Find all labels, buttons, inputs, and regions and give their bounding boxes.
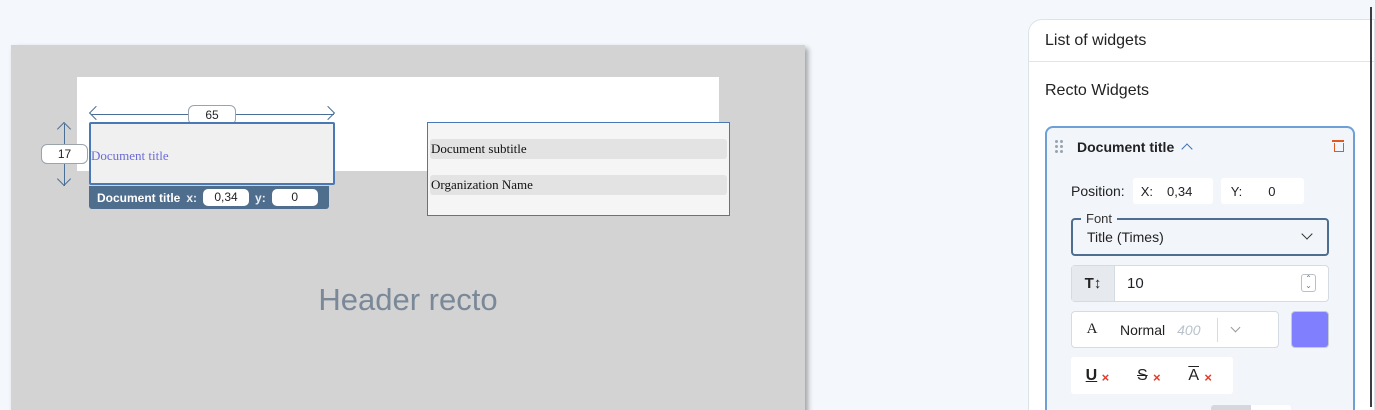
position-label: Position: [1071, 183, 1125, 199]
toggle-control[interactable] [1211, 405, 1291, 410]
font-legend: Font [1081, 211, 1118, 226]
chevron-down-icon[interactable] [1230, 322, 1241, 333]
remove-overline-button[interactable]: A × [1188, 367, 1218, 385]
toolbar-x-input[interactable]: 0,34 [203, 189, 250, 206]
panel-title: List of widgets [1029, 20, 1374, 62]
text-color-swatch[interactable] [1291, 311, 1329, 348]
widget-card: Document title Position: X: 0,34 Y: 0 Fo… [1045, 126, 1355, 410]
overline-icon: A [1188, 366, 1199, 384]
remove-x-icon: × [1101, 369, 1110, 385]
toolbar-y-input[interactable]: 0 [271, 189, 318, 206]
strikethrough-icon: S [1136, 366, 1148, 384]
font-size-field[interactable]: T↕ 10 ⌃ ⌄ [1071, 265, 1329, 302]
remove-strikethrough-button[interactable]: S × [1137, 367, 1167, 385]
selected-widget-text: Document title [91, 148, 169, 163]
widgets-panel: List of widgets Recto Widgets Document t… [1028, 19, 1375, 410]
font-weight-icon: A [1086, 321, 1098, 337]
remove-x-icon: × [1204, 369, 1212, 385]
position-y-value[interactable]: 0 [1268, 184, 1275, 199]
subtitle-text[interactable]: Document subtitle [430, 139, 727, 159]
font-size-input[interactable]: 10 [1115, 266, 1289, 301]
organization-text[interactable]: Organization Name [430, 175, 727, 195]
font-value: Title (Times) [1087, 229, 1164, 245]
drag-handle-icon[interactable] [1055, 140, 1065, 154]
chevron-up-icon[interactable] [1181, 143, 1193, 155]
position-y-label: Y: [1230, 183, 1243, 199]
font-weight-name: Normal [1120, 321, 1166, 338]
subtitle-widget[interactable]: Document subtitle Organization Name [427, 122, 730, 216]
position-x-label: X: [1140, 183, 1153, 199]
section-title: Recto Widgets [1045, 82, 1150, 99]
text-size-icon: T↕ [1072, 266, 1115, 301]
widget-name: Document title [1077, 139, 1175, 155]
widget-position-toolbar: Document title x: 0,34 y: 0 [89, 186, 329, 209]
remove-underline-button[interactable]: U × [1086, 367, 1116, 385]
position-x-field[interactable]: X: 0,34 [1132, 178, 1213, 204]
position-row: Position: X: 0,34 Y: 0 [1071, 178, 1304, 204]
chevron-down-icon[interactable] [1301, 228, 1313, 240]
font-weight-value: 400 [1177, 321, 1201, 338]
section-label: Header recto [318, 282, 498, 317]
height-dimension-label[interactable]: 17 [41, 144, 88, 164]
widget-card-header[interactable]: Document title [1047, 128, 1353, 166]
underline-icon: U [1085, 366, 1098, 384]
trash-icon[interactable] [1332, 140, 1344, 152]
divider [1217, 317, 1219, 342]
toolbar-y-label: y: [255, 190, 266, 205]
font-weight-select[interactable]: A Normal 400 [1071, 311, 1279, 348]
stepper-icon[interactable]: ⌃ ⌄ [1301, 274, 1316, 292]
position-y-field[interactable]: Y: 0 [1220, 178, 1304, 204]
position-x-value[interactable]: 0,34 [1167, 184, 1192, 199]
toolbar-x-label: x: [186, 190, 198, 205]
font-select[interactable]: Font Title (Times) [1071, 211, 1329, 256]
scrollbar[interactable] [1370, 7, 1372, 407]
remove-x-icon: × [1152, 369, 1161, 385]
text-decoration-toolbar: U × S × A × [1071, 357, 1233, 394]
toolbar-widget-name: Document title [97, 190, 181, 205]
